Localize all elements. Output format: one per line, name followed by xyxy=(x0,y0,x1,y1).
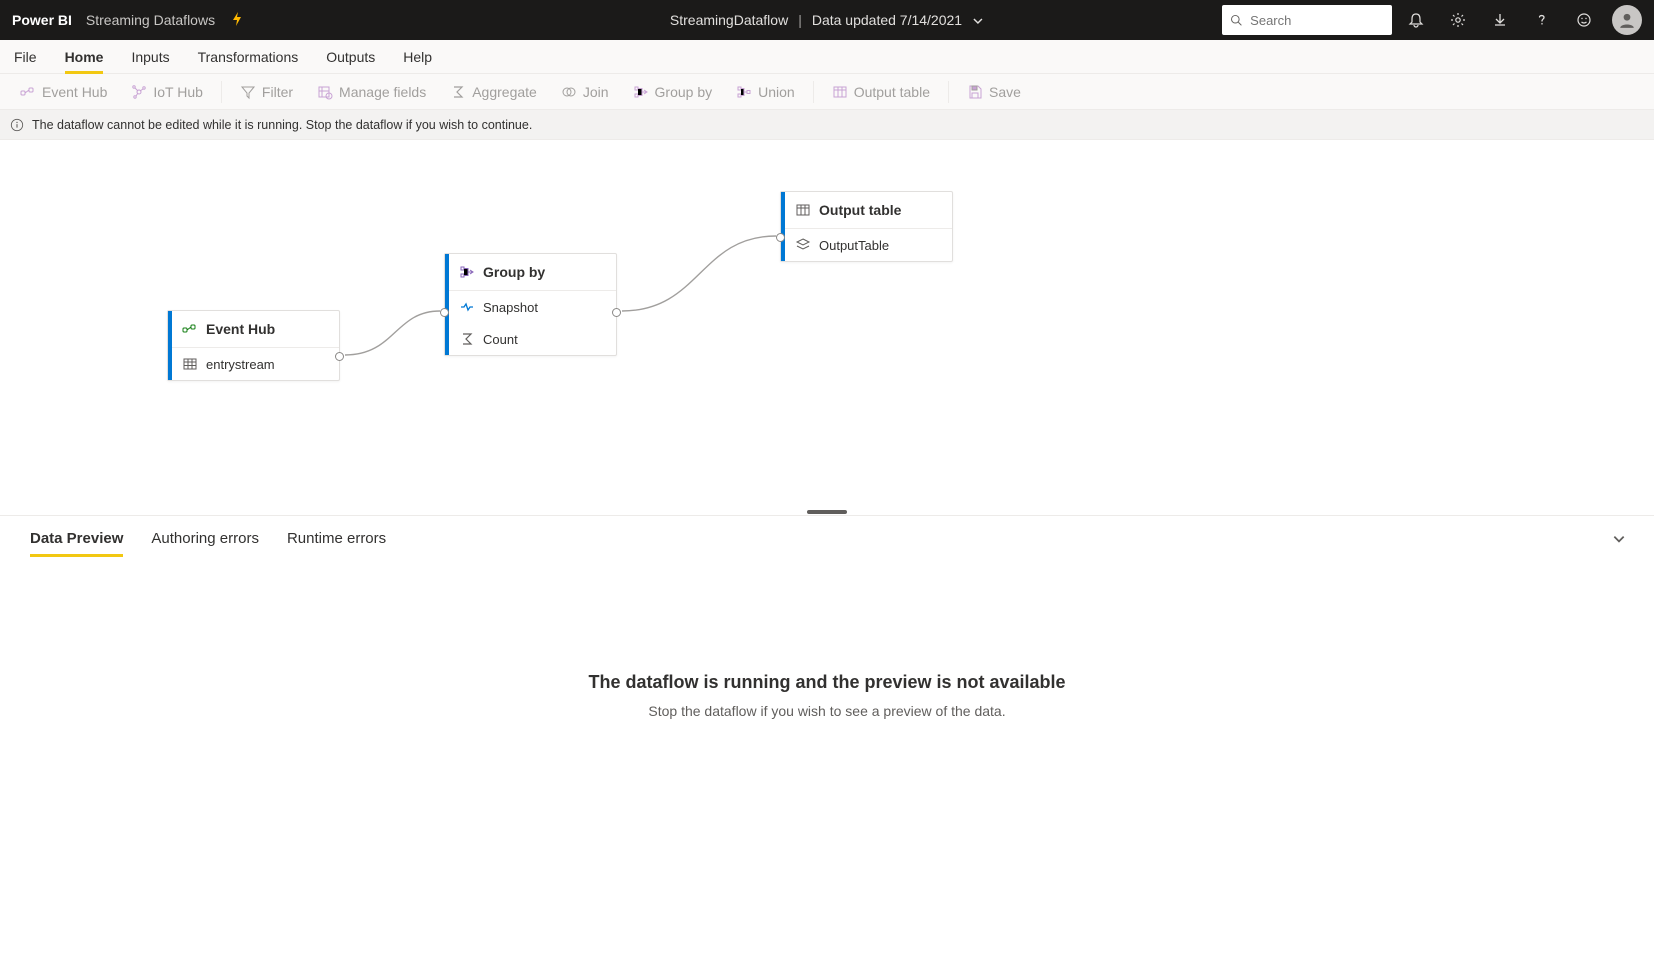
preview-title: The dataflow is running and the preview … xyxy=(0,672,1654,693)
collapse-panel-button[interactable] xyxy=(1612,532,1626,549)
banner-text: The dataflow cannot be edited while it i… xyxy=(32,118,532,132)
search-input[interactable] xyxy=(1222,5,1392,35)
tab-authoring-errors[interactable]: Authoring errors xyxy=(151,530,259,557)
node-header: Output table xyxy=(781,192,952,229)
nav-inputs[interactable]: Inputs xyxy=(131,42,169,72)
info-banner: The dataflow cannot be edited while it i… xyxy=(0,110,1654,140)
union-button[interactable]: Union xyxy=(726,79,805,105)
node-accent xyxy=(781,192,785,261)
manage-fields-button[interactable]: Manage fields xyxy=(307,79,436,105)
output-table-icon xyxy=(832,84,848,100)
output-port[interactable] xyxy=(335,352,344,361)
download-icon xyxy=(1492,12,1508,28)
help-button[interactable] xyxy=(1524,2,1560,38)
tab-data-preview[interactable]: Data Preview xyxy=(30,530,123,557)
tab-runtime-errors[interactable]: Runtime errors xyxy=(287,530,386,557)
node-header: Event Hub xyxy=(168,311,339,348)
download-button[interactable] xyxy=(1482,2,1518,38)
sigma-icon xyxy=(459,331,475,347)
updated-label: Data updated 7/14/2021 xyxy=(812,12,962,28)
event-hub-icon xyxy=(20,84,36,100)
filter-icon xyxy=(240,84,256,100)
node-field: Count xyxy=(445,323,616,355)
dataflow-name: StreamingDataflow xyxy=(670,12,788,28)
table-icon xyxy=(182,356,198,372)
save-button[interactable]: Save xyxy=(957,79,1031,105)
smiley-icon xyxy=(1576,12,1592,28)
nav-home[interactable]: Home xyxy=(65,42,104,72)
node-output-table[interactable]: Output table OutputTable xyxy=(780,191,953,262)
node-field: Snapshot xyxy=(445,291,616,323)
chevron-down-icon[interactable] xyxy=(972,12,984,28)
notifications-button[interactable] xyxy=(1398,2,1434,38)
group-by-icon xyxy=(459,264,475,280)
join-button[interactable]: Join xyxy=(551,79,619,105)
divider: | xyxy=(798,12,802,28)
node-header: Group by xyxy=(445,254,616,291)
node-accent xyxy=(168,311,172,380)
manage-fields-icon xyxy=(317,84,333,100)
settings-button[interactable] xyxy=(1440,2,1476,38)
output-port[interactable] xyxy=(612,308,621,317)
join-icon xyxy=(561,84,577,100)
user-avatar[interactable] xyxy=(1612,5,1642,35)
nav-tabs: File Home Inputs Transformations Outputs… xyxy=(0,40,1654,74)
input-port[interactable] xyxy=(440,308,449,317)
search-field[interactable] xyxy=(1250,13,1384,28)
toolbar-separator xyxy=(948,81,949,103)
save-icon xyxy=(967,84,983,100)
person-icon xyxy=(1618,11,1636,29)
brand-label: Power BI xyxy=(12,12,72,28)
toolbar-separator xyxy=(813,81,814,103)
iot-hub-button[interactable]: IoT Hub xyxy=(121,79,213,105)
layers-icon xyxy=(795,237,811,253)
node-accent xyxy=(445,254,449,355)
event-hub-button[interactable]: Event Hub xyxy=(10,79,117,105)
gear-icon xyxy=(1450,12,1466,28)
snapshot-icon xyxy=(459,299,475,315)
search-icon xyxy=(1230,13,1242,27)
lightning-icon xyxy=(231,12,243,29)
top-app-bar: Power BI Streaming Dataflows StreamingDa… xyxy=(0,0,1654,40)
ribbon-toolbar: Event Hub IoT Hub Filter Manage fields A… xyxy=(0,74,1654,110)
question-icon xyxy=(1534,12,1550,28)
node-group-by[interactable]: Group by Snapshot Count xyxy=(444,253,617,356)
group-by-button[interactable]: Group by xyxy=(623,79,723,105)
nav-transformations[interactable]: Transformations xyxy=(198,42,299,72)
node-field: entrystream xyxy=(168,348,339,380)
aggregate-button[interactable]: Aggregate xyxy=(440,79,547,105)
preview-subtitle: Stop the dataflow if you wish to see a p… xyxy=(0,703,1654,719)
nav-outputs[interactable]: Outputs xyxy=(326,42,375,72)
output-table-icon xyxy=(795,202,811,218)
chevron-down-icon xyxy=(1612,532,1626,546)
filter-button[interactable]: Filter xyxy=(230,79,303,105)
bottom-panel: Data Preview Authoring errors Runtime er… xyxy=(0,515,1654,952)
nav-file[interactable]: File xyxy=(14,42,37,72)
bell-icon xyxy=(1408,12,1424,28)
group-by-icon xyxy=(633,84,649,100)
app-name: Streaming Dataflows xyxy=(86,12,215,28)
node-field: OutputTable xyxy=(781,229,952,261)
top-right-controls xyxy=(1222,2,1642,38)
diagram-canvas[interactable]: Event Hub entrystream Group by Snapshot … xyxy=(0,140,1654,509)
sigma-icon xyxy=(450,84,466,100)
node-event-hub[interactable]: Event Hub entrystream xyxy=(167,310,340,381)
event-hub-icon xyxy=(182,321,198,337)
output-table-button[interactable]: Output table xyxy=(822,79,940,105)
info-icon xyxy=(10,118,24,132)
title-center[interactable]: StreamingDataflow | Data updated 7/14/20… xyxy=(670,12,984,28)
union-icon xyxy=(736,84,752,100)
feedback-button[interactable] xyxy=(1566,2,1602,38)
nav-help[interactable]: Help xyxy=(403,42,432,72)
toolbar-separator xyxy=(221,81,222,103)
bottom-tabs: Data Preview Authoring errors Runtime er… xyxy=(0,516,1654,557)
preview-message: The dataflow is running and the preview … xyxy=(0,672,1654,719)
input-port[interactable] xyxy=(776,233,785,242)
iot-hub-icon xyxy=(131,84,147,100)
